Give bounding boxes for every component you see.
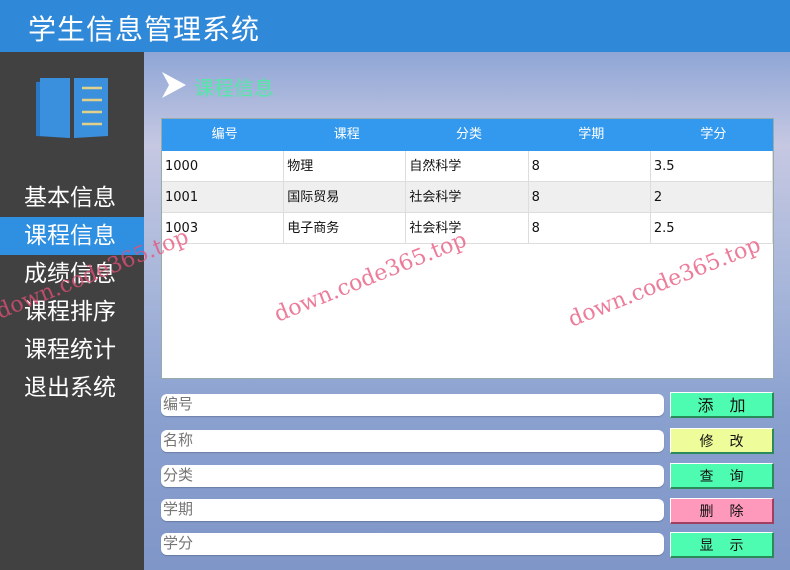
show-button[interactable]: 显示 xyxy=(670,532,774,558)
table-cell: 8 xyxy=(529,213,651,243)
sidebar-item-grade-info[interactable]: 成绩信息 xyxy=(0,255,144,293)
sidebar-item-course-stats[interactable]: 课程统计 xyxy=(0,331,144,369)
column-header[interactable]: 学期 xyxy=(529,119,651,151)
column-header[interactable]: 学分 xyxy=(651,119,773,151)
book-icon xyxy=(36,78,108,138)
semester-input[interactable] xyxy=(161,499,664,521)
column-header[interactable]: 编号 xyxy=(162,119,284,151)
delete-button[interactable]: 删除 xyxy=(670,498,774,524)
page-title: 课程信息 xyxy=(194,76,274,100)
table-cell: 3.5 xyxy=(651,151,774,181)
column-header[interactable]: 分类 xyxy=(406,119,528,151)
table-cell: 2 xyxy=(651,182,774,212)
table-cell: 1000 xyxy=(162,151,285,181)
table-row[interactable]: 1000 物理 自然科学 8 3.5 xyxy=(162,151,774,182)
sidebar-item-course-info[interactable]: 课程信息 xyxy=(0,217,144,255)
main-panel: 课程信息 编号 课程 分类 学期 学分 1000 物理 自然科学 8 3.5 1001 国… xyxy=(144,52,790,570)
sidebar: 基本信息 课程信息 成绩信息 课程排序 课程统计 退出系统 xyxy=(0,52,144,570)
query-button[interactable]: 查询 xyxy=(670,463,774,489)
table-cell: 社会科学 xyxy=(406,213,529,243)
course-table: 编号 课程 分类 学期 学分 1000 物理 自然科学 8 3.5 1001 国际贸易 社会… xyxy=(161,118,774,379)
sidebar-item-course-sort[interactable]: 课程排序 xyxy=(0,293,144,331)
name-input[interactable] xyxy=(161,430,664,452)
category-input[interactable] xyxy=(161,465,664,487)
table-cell: 社会科学 xyxy=(406,182,529,212)
add-button[interactable]: 添加 xyxy=(670,392,774,418)
arrow-right-icon xyxy=(162,72,186,98)
edit-button[interactable]: 修改 xyxy=(670,428,774,454)
table-header: 编号 课程 分类 学期 学分 xyxy=(162,119,773,151)
table-cell: 8 xyxy=(529,182,651,212)
table-cell: 1003 xyxy=(162,213,285,243)
app-title: 学生信息管理系统 xyxy=(28,13,261,46)
table-cell: 电子商务 xyxy=(284,213,407,243)
credit-input[interactable] xyxy=(161,533,664,555)
app-header: 学生信息管理系统 xyxy=(0,0,790,52)
table-row[interactable]: 1001 国际贸易 社会科学 8 2 xyxy=(162,182,774,213)
table-cell: 自然科学 xyxy=(406,151,529,181)
table-cell: 国际贸易 xyxy=(284,182,407,212)
table-cell: 2.5 xyxy=(651,213,774,243)
column-header[interactable]: 课程 xyxy=(284,119,406,151)
table-cell: 8 xyxy=(529,151,651,181)
id-input[interactable] xyxy=(161,394,664,416)
sidebar-item-exit[interactable]: 退出系统 xyxy=(0,369,144,407)
table-cell: 1001 xyxy=(162,182,285,212)
table-row[interactable]: 1003 电子商务 社会科学 8 2.5 xyxy=(162,213,774,244)
sidebar-item-basic-info[interactable]: 基本信息 xyxy=(0,179,144,217)
table-cell: 物理 xyxy=(284,151,407,181)
